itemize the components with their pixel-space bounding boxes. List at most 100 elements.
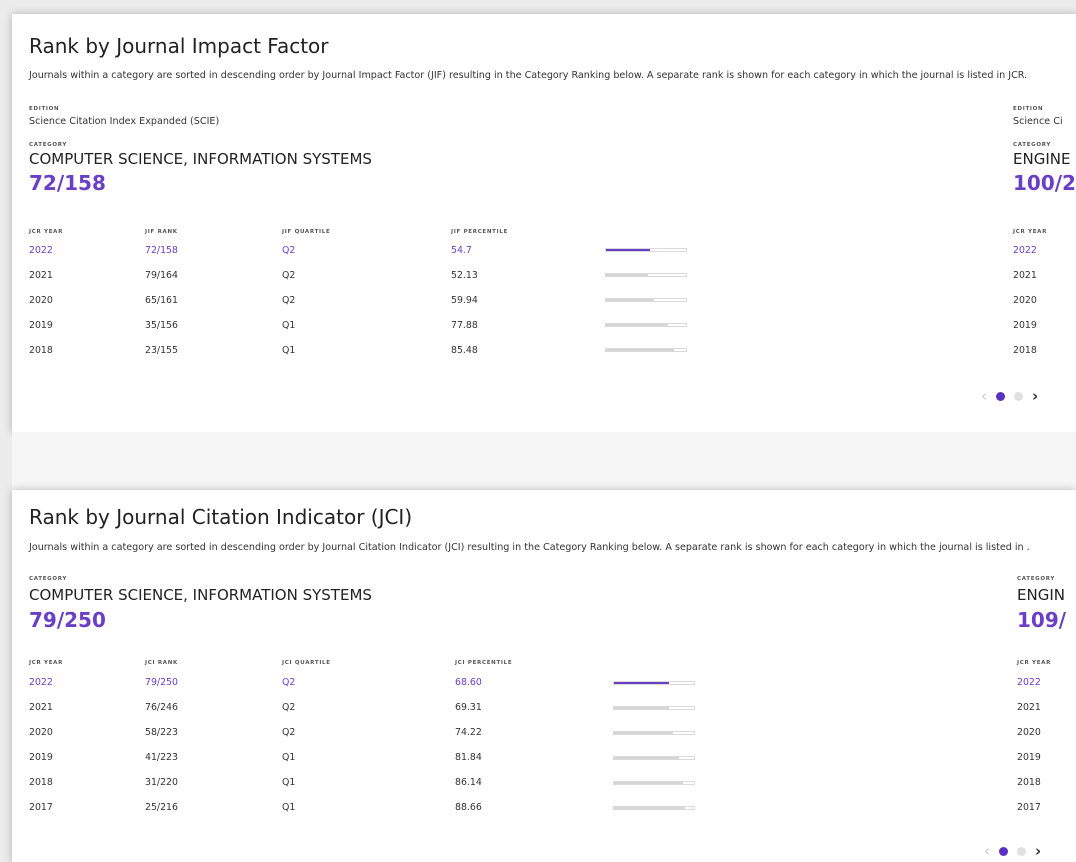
column-header-jcr-year: JCR YEAR bbox=[1013, 229, 1048, 235]
percentile-bar bbox=[605, 248, 687, 252]
rank-cell: 76/246 bbox=[145, 702, 178, 713]
year-cell[interactable]: 2022 bbox=[1013, 245, 1037, 256]
page-dot-2[interactable] bbox=[1017, 847, 1026, 856]
year-cell[interactable]: 2020 bbox=[1013, 295, 1037, 306]
percentile-bar bbox=[605, 273, 687, 277]
year-cell[interactable]: 2021 bbox=[1013, 270, 1037, 281]
quartile-cell: Q2 bbox=[282, 245, 296, 256]
percentile-bar bbox=[613, 781, 695, 785]
year-cell[interactable]: 2019 bbox=[29, 752, 53, 763]
percentile-cell: 86.14 bbox=[455, 777, 482, 788]
year-cell[interactable]: 2020 bbox=[1017, 727, 1041, 738]
edition-label: EDITION bbox=[29, 106, 60, 112]
percentile-cell: 77.88 bbox=[451, 320, 478, 331]
rank-cell: 72/158 bbox=[145, 245, 178, 256]
quartile-cell: Q1 bbox=[282, 752, 296, 763]
category-label: CATEGORY bbox=[1017, 576, 1056, 582]
year-cell[interactable]: 2019 bbox=[29, 320, 53, 331]
year-cell[interactable]: 2021 bbox=[1017, 702, 1041, 713]
year-cell[interactable]: 2022 bbox=[29, 245, 53, 256]
column-header-jci-rank: JCI RANK bbox=[145, 660, 179, 666]
year-cell[interactable]: 2019 bbox=[1017, 752, 1041, 763]
edition-value: Science Ci bbox=[1013, 116, 1063, 127]
rank-cell: 23/155 bbox=[145, 345, 178, 356]
chevron-right-icon[interactable]: › bbox=[1032, 389, 1038, 404]
quartile-cell: Q1 bbox=[282, 777, 296, 788]
carousel-pager: ‹ › bbox=[984, 844, 1041, 859]
percentile-cell: 52.13 bbox=[451, 270, 478, 281]
column-header-jcr-year: JCR YEAR bbox=[1017, 660, 1052, 666]
column-header-jcr-year: JCR YEAR bbox=[29, 660, 64, 666]
jci-section-title: Rank by Journal Citation Indicator (JCI) bbox=[29, 505, 413, 529]
chevron-left-icon[interactable]: ‹ bbox=[981, 389, 987, 404]
column-header-jci-quartile: JCI QUARTILE bbox=[282, 660, 331, 666]
percentile-cell: 59.94 bbox=[451, 295, 478, 306]
section-divider bbox=[12, 432, 1076, 490]
chevron-left-icon[interactable]: ‹ bbox=[984, 844, 990, 859]
rank-cell: 65/161 bbox=[145, 295, 178, 306]
page-dot-2[interactable] bbox=[1014, 392, 1023, 401]
year-cell[interactable]: 2021 bbox=[29, 702, 53, 713]
percentile-bar bbox=[613, 731, 695, 735]
column-header-jif-rank: JIF RANK bbox=[145, 229, 178, 235]
percentile-cell: 81.84 bbox=[455, 752, 482, 763]
quartile-cell: Q2 bbox=[282, 727, 296, 738]
year-cell[interactable]: 2017 bbox=[29, 802, 53, 813]
year-cell[interactable]: 2018 bbox=[1017, 777, 1041, 788]
column-header-jif-quartile: JIF QUARTILE bbox=[282, 229, 331, 235]
rank-cell: 79/164 bbox=[145, 270, 178, 281]
year-cell[interactable]: 2018 bbox=[1013, 345, 1037, 356]
quartile-cell: Q2 bbox=[282, 295, 296, 306]
percentile-bar bbox=[605, 323, 687, 327]
quartile-cell: Q2 bbox=[282, 270, 296, 281]
category-rank: 100/2 bbox=[1013, 171, 1076, 195]
category-name: ENGINE bbox=[1013, 150, 1071, 168]
category-label: CATEGORY bbox=[1013, 142, 1052, 148]
chevron-right-icon[interactable]: › bbox=[1035, 844, 1041, 859]
category-name: ENGIN bbox=[1017, 586, 1065, 604]
column-header-jcr-year: JCR YEAR bbox=[29, 229, 64, 235]
column-header-jif-percentile: JIF PERCENTILE bbox=[451, 229, 509, 235]
percentile-bar bbox=[613, 706, 695, 710]
category-rank: 109/ bbox=[1017, 608, 1067, 632]
rank-cell: 58/223 bbox=[145, 727, 178, 738]
year-cell[interactable]: 2021 bbox=[29, 270, 53, 281]
percentile-bar bbox=[613, 681, 695, 685]
percentile-bar bbox=[613, 756, 695, 760]
quartile-cell: Q2 bbox=[282, 702, 296, 713]
rank-cell: 25/216 bbox=[145, 802, 178, 813]
rank-cell: 35/156 bbox=[145, 320, 178, 331]
percentile-bar bbox=[605, 298, 687, 302]
quartile-cell: Q1 bbox=[282, 320, 296, 331]
percentile-bar bbox=[605, 348, 687, 352]
carousel-pager: ‹ › bbox=[981, 389, 1038, 404]
percentile-cell: 68.60 bbox=[455, 677, 482, 688]
rank-cell: 79/250 bbox=[145, 677, 178, 688]
year-cell[interactable]: 2022 bbox=[1017, 677, 1041, 688]
percentile-cell: 69.31 bbox=[455, 702, 482, 713]
year-cell[interactable]: 2020 bbox=[29, 295, 53, 306]
quartile-cell: Q2 bbox=[282, 677, 296, 688]
year-cell[interactable]: 2018 bbox=[29, 345, 53, 356]
page-dot-1[interactable] bbox=[996, 392, 1005, 401]
edition-value: Science Citation Index Expanded (SCIE) bbox=[29, 116, 220, 127]
year-cell[interactable]: 2022 bbox=[29, 677, 53, 688]
edition-label: EDITION bbox=[1013, 106, 1044, 112]
category-name: COMPUTER SCIENCE, INFORMATION SYSTEMS bbox=[29, 586, 372, 604]
percentile-cell: 85.48 bbox=[451, 345, 478, 356]
column-header-jci-percentile: JCI PERCENTILE bbox=[455, 660, 513, 666]
category-label: CATEGORY bbox=[29, 576, 68, 582]
jci-rank-panel: Rank by Journal Citation Indicator (JCI)… bbox=[12, 490, 1076, 862]
year-cell[interactable]: 2019 bbox=[1013, 320, 1037, 331]
jci-description: Journals within a category are sorted in… bbox=[29, 542, 1030, 553]
jif-description: Journals within a category are sorted in… bbox=[29, 70, 1028, 81]
percentile-cell: 54.7 bbox=[451, 245, 472, 256]
year-cell[interactable]: 2018 bbox=[29, 777, 53, 788]
page-dot-1[interactable] bbox=[999, 847, 1008, 856]
percentile-bar bbox=[613, 806, 695, 810]
year-cell[interactable]: 2017 bbox=[1017, 802, 1041, 813]
quartile-cell: Q1 bbox=[282, 345, 296, 356]
category-label: CATEGORY bbox=[29, 142, 68, 148]
quartile-cell: Q1 bbox=[282, 802, 296, 813]
year-cell[interactable]: 2020 bbox=[29, 727, 53, 738]
